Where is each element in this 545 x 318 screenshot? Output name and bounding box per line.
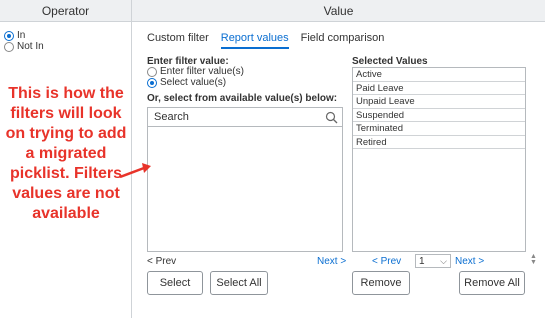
list-item[interactable]: Suspended (353, 109, 525, 122)
operator-in-label: In (17, 30, 26, 41)
operator-not-in-label: Not In (17, 41, 44, 52)
remove-all-button[interactable]: Remove All (459, 271, 525, 295)
value-header: Value (132, 0, 545, 22)
left-prev-link[interactable]: < Prev (147, 256, 176, 267)
enter-values-option[interactable]: Enter filter value(s) (147, 66, 244, 77)
radio-selected-icon[interactable] (4, 30, 14, 41)
search-input[interactable]: Search (147, 107, 343, 127)
radio-unselected-icon[interactable] (4, 41, 14, 52)
filter-tabs: Custom filter Report values Field compar… (147, 32, 384, 49)
tab-custom-filter[interactable]: Custom filter (147, 32, 209, 49)
page-spinner-icon[interactable]: ▲ ▼ (530, 253, 537, 266)
available-values-label: Or, select from available value(s) below… (147, 93, 338, 104)
remove-button[interactable]: Remove (352, 271, 410, 295)
radio-unselected-icon[interactable] (147, 66, 157, 77)
radio-selected-icon[interactable] (147, 77, 157, 88)
selected-values-list[interactable]: Active Paid Leave Unpaid Leave Suspended… (352, 67, 526, 252)
available-values-list[interactable] (147, 127, 343, 252)
right-prev-link[interactable]: < Prev (372, 256, 401, 267)
list-item[interactable]: Terminated (353, 122, 525, 136)
select-all-button[interactable]: Select All (210, 271, 268, 295)
search-placeholder: Search (154, 111, 189, 123)
search-icon[interactable] (325, 111, 338, 124)
list-item[interactable]: Retired (353, 136, 525, 149)
chevron-down-icon: ⌵ (440, 255, 447, 266)
select-values-label: Select value(s) (160, 77, 227, 88)
annotation-text: This is how the filters will look on try… (5, 85, 127, 222)
annotation-arrow-icon (119, 163, 151, 179)
right-next-link[interactable]: Next > (455, 256, 484, 267)
operator-not-in-option[interactable]: Not In (4, 41, 44, 52)
page-number-select[interactable]: 1 ⌵ (415, 254, 451, 268)
enter-values-label: Enter filter value(s) (160, 66, 244, 77)
operator-header: Operator (0, 0, 132, 22)
list-item[interactable]: Paid Leave (353, 82, 525, 95)
select-button[interactable]: Select (147, 271, 203, 295)
operator-in-option[interactable]: In (4, 30, 25, 41)
page-number: 1 (419, 255, 425, 267)
tab-field-comparison[interactable]: Field comparison (301, 32, 385, 49)
left-next-link[interactable]: Next > (317, 256, 346, 267)
select-values-option[interactable]: Select value(s) (147, 77, 226, 88)
tab-report-values[interactable]: Report values (220, 32, 289, 49)
selected-values-title: Selected Values (352, 56, 428, 67)
list-item[interactable]: Active (353, 68, 525, 82)
list-item[interactable]: Unpaid Leave (353, 95, 525, 109)
